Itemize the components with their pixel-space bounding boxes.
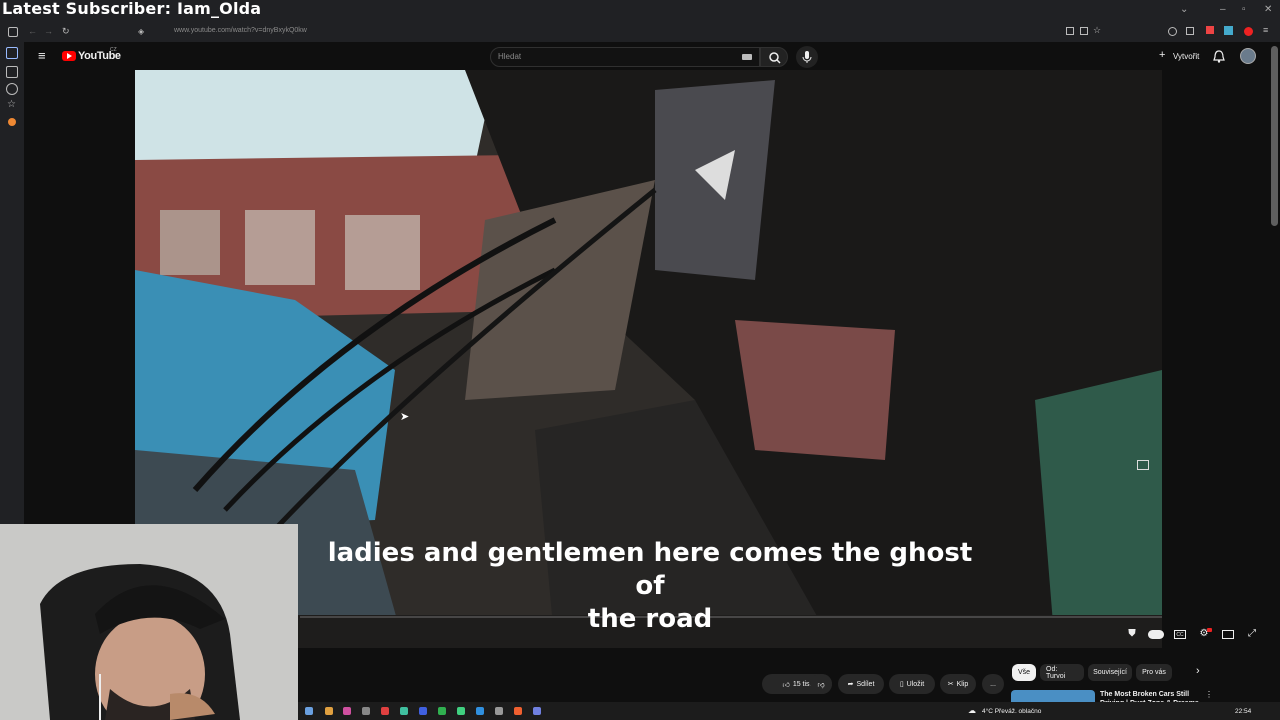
save-button[interactable]: ▯ Uložit	[889, 674, 935, 694]
chip-all[interactable]: Vše	[1012, 664, 1036, 681]
taskbar-app-icon[interactable]	[476, 707, 484, 715]
taskbar-app-icon[interactable]	[438, 707, 446, 715]
taskbar-app-icon[interactable]	[514, 707, 522, 715]
screenshot-icon[interactable]	[1066, 27, 1074, 35]
weather-text[interactable]: 4°C Převáž. oblačno	[982, 708, 1041, 715]
sidebar-wallet-icon[interactable]	[6, 66, 18, 78]
youtube-country-code: CZ	[110, 47, 117, 53]
taskbar-app-icon[interactable]	[305, 707, 313, 715]
bookmark-star-icon[interactable]: ☆	[1093, 25, 1101, 36]
taskbar-app-icon[interactable]	[362, 707, 370, 715]
share-label: Sdílet	[856, 680, 875, 688]
video-subtitle: ladies and gentlemen here comes the ghos…	[310, 537, 990, 636]
keyboard-icon[interactable]	[742, 54, 752, 60]
share-icon: ➦	[847, 681, 854, 688]
thumbs-up-icon: 👍︎	[782, 681, 790, 689]
back-icon[interactable]: ←	[28, 26, 37, 36]
reload-icon[interactable]: ↻	[62, 26, 70, 37]
taskbar-app-icon[interactable]	[381, 707, 389, 715]
create-label: Vytvořit	[1173, 52, 1200, 61]
thumbs-down-icon: 👎︎	[817, 681, 825, 689]
taskbar-app-icon[interactable]	[343, 707, 351, 715]
extension-record-icon[interactable]	[1244, 27, 1253, 36]
taskbar-app-icon[interactable]	[533, 707, 541, 715]
extension-blue-icon[interactable]	[1224, 26, 1233, 35]
sidebar-bookmarks-icon[interactable]: ☆	[7, 99, 16, 110]
weather-icon: ☁	[968, 706, 976, 715]
subtitle-line-1: ladies and gentlemen here comes the ghos…	[327, 538, 973, 601]
fullscreen-icon[interactable]: ⤢	[1246, 628, 1258, 640]
autoplay-toggle[interactable]	[1148, 630, 1164, 639]
menu-icon[interactable]: ≡	[1263, 25, 1268, 35]
share-button[interactable]: ➦ Sdílet	[838, 674, 884, 694]
clip-label: Klip	[956, 680, 969, 688]
reader-icon[interactable]	[1080, 27, 1088, 35]
stream-overlay-title: Latest Subscriber: Iam_Olda	[2, 0, 262, 18]
dislike-button[interactable]: 👎︎	[810, 674, 832, 694]
hamburger-menu-icon[interactable]: ≡	[38, 49, 46, 62]
taskbar-app-icon[interactable]	[325, 707, 333, 715]
webcam-overlay	[0, 524, 298, 720]
mouse-cursor-icon: ➤	[400, 411, 410, 423]
voice-search-button[interactable]	[796, 46, 818, 68]
related-thumbnail[interactable]	[1011, 690, 1095, 702]
avatar[interactable]	[1240, 48, 1256, 64]
search-icon	[769, 52, 781, 64]
subtitle-line-2: the road	[587, 604, 713, 634]
taskbar-app-icon[interactable]	[457, 707, 465, 715]
close-icon[interactable]: ✕	[1264, 4, 1272, 15]
microphone-icon	[802, 51, 812, 63]
clip-button[interactable]: ✂ Klip	[940, 674, 976, 694]
more-icon: ...	[990, 680, 996, 688]
chip-for-you[interactable]: Pro vás	[1136, 664, 1172, 681]
clock-time[interactable]: 22:54	[1235, 708, 1251, 715]
sidebar-extension-icon[interactable]	[8, 118, 16, 126]
bookmark-icon: ▯	[899, 681, 904, 688]
vpn-icon[interactable]	[1168, 27, 1177, 36]
maximize-icon[interactable]: ▫	[1242, 4, 1246, 15]
chevron-right-icon[interactable]: ›	[1196, 665, 1200, 677]
extensions-icon[interactable]	[1186, 27, 1194, 35]
chip-from-channel[interactable]: Od: Turvoi	[1040, 664, 1084, 681]
bell-icon[interactable]	[1213, 50, 1225, 63]
search-placeholder: Hledat	[498, 52, 522, 61]
forward-icon[interactable]: →	[44, 26, 53, 36]
sidebar-ai-icon[interactable]	[6, 47, 18, 59]
cast-icon[interactable]	[1137, 460, 1149, 470]
taskbar-app-icon[interactable]	[419, 707, 427, 715]
chevron-down-icon[interactable]: ⌄	[1180, 4, 1188, 15]
page-scrollbar[interactable]	[1271, 46, 1278, 226]
shield-icon[interactable]: ◈	[138, 27, 144, 36]
minimize-icon[interactable]: –	[1220, 4, 1226, 15]
scissors-icon: ✂	[947, 681, 954, 688]
miniplayer-icon[interactable]	[1222, 630, 1234, 639]
youtube-play-glyph	[67, 53, 72, 59]
more-vertical-icon[interactable]: ⋮	[1205, 690, 1213, 699]
extension-red-icon[interactable]	[1206, 26, 1214, 34]
like-count: 15 tis.	[792, 680, 812, 688]
webcam-feed	[0, 524, 298, 720]
taskbar-app-icon[interactable]	[400, 707, 408, 715]
shield-icon[interactable]: ⛊	[1126, 628, 1138, 640]
plus-icon: +	[1159, 49, 1166, 61]
subtitles-icon[interactable]: CC	[1174, 630, 1186, 639]
taskbar-app-icon[interactable]	[495, 707, 503, 715]
search-button[interactable]	[760, 47, 788, 67]
sidebar-history-icon[interactable]	[6, 83, 18, 95]
save-label: Uložit	[906, 680, 925, 688]
hd-badge	[1207, 628, 1212, 632]
chip-related[interactable]: Související	[1088, 664, 1132, 681]
related-title[interactable]: The Most Broken Cars Still Driving | Dus…	[1100, 690, 1200, 702]
search-input[interactable]	[490, 47, 760, 67]
tab-sidebar-icon[interactable]	[8, 27, 18, 37]
more-actions-button[interactable]: ...	[982, 674, 1004, 694]
url-field[interactable]: www.youtube.com/watch?v=dnyBxykQ0kw	[174, 27, 307, 34]
